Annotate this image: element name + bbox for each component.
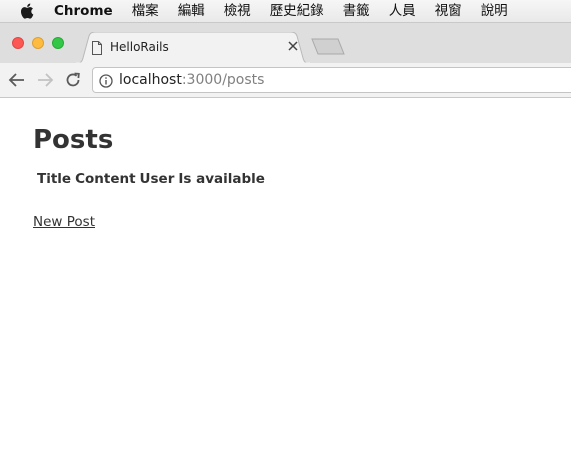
- menu-help[interactable]: 說明: [481, 0, 508, 23]
- info-icon[interactable]: [99, 73, 113, 88]
- url-text[interactable]: localhost:3000/posts: [119, 71, 264, 89]
- menu-file[interactable]: 檔案: [132, 0, 159, 23]
- close-tab-icon[interactable]: [285, 38, 301, 54]
- new-post-link[interactable]: New Post: [33, 213, 95, 231]
- page-title: Posts: [33, 125, 114, 155]
- apple-icon[interactable]: [20, 3, 34, 19]
- column-header-is-available: Is available: [178, 171, 265, 187]
- tab-strip: HelloRails: [0, 23, 571, 64]
- window-close-button[interactable]: [12, 37, 24, 49]
- new-tab-button[interactable]: [310, 38, 346, 55]
- url-path: :3000/posts: [181, 72, 265, 88]
- tab-title: HelloRails: [110, 40, 169, 54]
- table-header-row: Title Content User Is available: [37, 170, 269, 188]
- menu-edit[interactable]: 編輯: [178, 0, 205, 23]
- menu-bookmarks[interactable]: 書籤: [343, 0, 370, 23]
- window-minimize-button[interactable]: [32, 37, 44, 49]
- forward-arrow-icon[interactable]: [34, 69, 56, 91]
- menu-people[interactable]: 人員: [389, 0, 416, 23]
- column-header-title: Title: [37, 171, 72, 187]
- menu-window[interactable]: 視窗: [435, 0, 462, 23]
- address-bar[interactable]: localhost:3000/posts: [92, 67, 571, 93]
- column-header-user: User: [139, 171, 175, 187]
- window-maximize-button[interactable]: [52, 37, 64, 49]
- menu-app-chrome[interactable]: Chrome: [54, 0, 113, 23]
- browser-toolbar: localhost:3000/posts: [0, 63, 571, 98]
- page-content: Posts Title Content User Is available Ne…: [0, 98, 571, 450]
- tab-hellorails[interactable]: HelloRails: [74, 32, 312, 64]
- reload-icon[interactable]: [62, 69, 84, 91]
- menu-bar: Chrome 檔案 編輯 檢視 歷史紀錄 書籤 人員 視窗 說明: [0, 0, 571, 23]
- page-icon: [91, 40, 103, 55]
- menu-history[interactable]: 歷史紀錄: [270, 0, 324, 23]
- menu-view[interactable]: 檢視: [224, 0, 251, 23]
- column-header-content: Content: [75, 171, 136, 187]
- url-host: localhost: [119, 72, 182, 88]
- back-arrow-icon[interactable]: [6, 69, 28, 91]
